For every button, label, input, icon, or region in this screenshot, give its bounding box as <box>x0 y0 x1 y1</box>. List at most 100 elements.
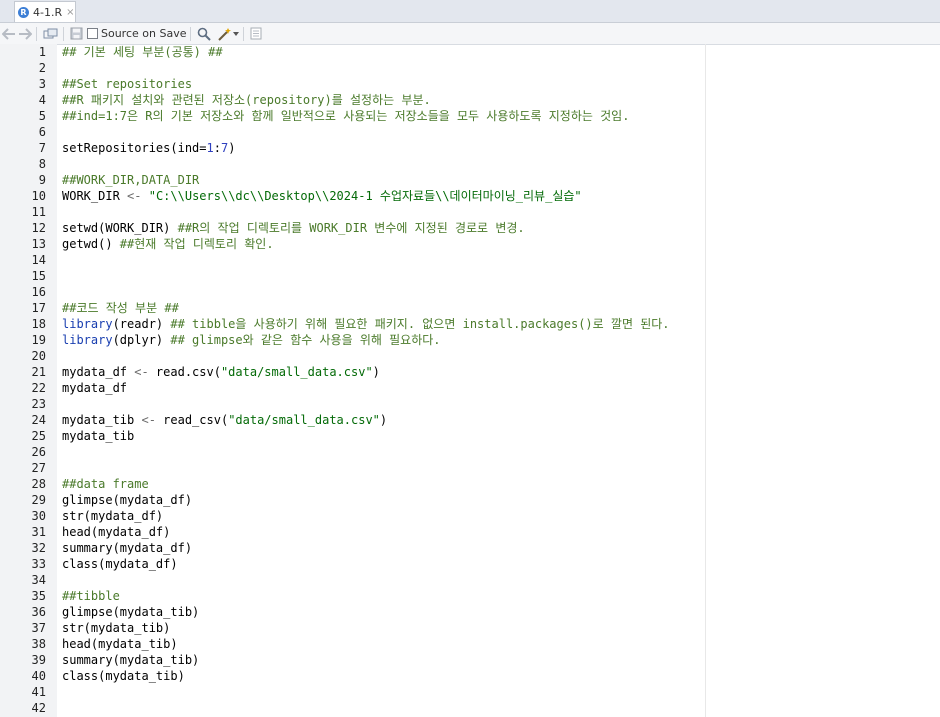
code-tools-wand-icon[interactable] <box>217 25 233 43</box>
code-line[interactable]: 4 ##R 패키지 설치와 관련된 저장소(repository)를 설정하는 부… <box>0 92 940 108</box>
line-number: 20 <box>31 349 46 363</box>
line-number: 5 <box>38 109 46 123</box>
forward-arrow-icon[interactable] <box>18 25 32 43</box>
code-line[interactable]: 17 ##코드 작성 부분 ## <box>0 300 940 316</box>
line-number: 16 <box>31 285 46 299</box>
toolbar-divider <box>190 26 192 41</box>
code-line[interactable]: 40 class(mydata_tib) <box>0 668 940 684</box>
editor-toolbar: Source on Save <box>0 23 940 45</box>
code-text: getwd() ##현재 작업 디렉토리 확인. <box>62 236 274 252</box>
line-number: 10 <box>31 189 46 203</box>
code-line[interactable]: 10 WORK_DIR <- "C:\\Users\\dc\\Desktop\\2… <box>0 188 940 204</box>
code-line[interactable]: 22 mydata_df <box>0 380 940 396</box>
code-editor[interactable]: 1 ## 기본 세팅 부분(공통) ## 2 3 ##Set repositories 4… <box>0 44 940 717</box>
code-token: <- <box>134 365 149 379</box>
code-line[interactable]: 34 <box>0 572 940 588</box>
code-line[interactable]: 6 <box>0 124 940 140</box>
code-line[interactable]: 28 ##data frame <box>0 476 940 492</box>
code-line[interactable]: 19 library(dplyr) ## glimpse와 같은 함수 사용을 위… <box>0 332 940 348</box>
code-text: str(mydata_tib) <box>62 620 170 636</box>
code-token: mydata_tib <box>62 413 142 427</box>
code-token: ##tibble <box>62 589 120 603</box>
code-line[interactable]: 13 getwd() ##현재 작업 디렉토리 확인. <box>0 236 940 252</box>
line-number: 37 <box>31 621 46 635</box>
code-line[interactable]: 12 setwd(WORK_DIR) ##R의 작업 디렉토리를 WORK_DIR… <box>0 220 940 236</box>
code-line[interactable]: 5 ##ind=1:7은 R의 기본 저장소와 함께 일반적으로 사용되는 저장소… <box>0 108 940 124</box>
line-number: 18 <box>31 317 46 331</box>
line-number: 38 <box>31 637 46 651</box>
line-number: 25 <box>31 429 46 443</box>
code-line[interactable]: 14 <box>0 252 940 268</box>
code-text: class(mydata_tib) <box>62 668 185 684</box>
code-line[interactable]: 21 mydata_df <- read.csv("data/small_data… <box>0 364 940 380</box>
toolbar-divider <box>63 26 64 41</box>
code-line[interactable]: 36 glimpse(mydata_tib) <box>0 604 940 620</box>
code-line[interactable]: 23 <box>0 396 940 412</box>
tab-bar: R 4-1.R × <box>0 0 940 23</box>
tab-4-1-r[interactable]: R 4-1.R × <box>14 1 76 22</box>
code-token: summary(mydata_df) <box>62 541 193 555</box>
code-line[interactable]: 29 glimpse(mydata_df) <box>0 492 940 508</box>
code-line[interactable]: 42 <box>0 700 940 716</box>
code-line[interactable]: 39 summary(mydata_tib) <box>0 652 940 668</box>
code-line[interactable]: 33 class(mydata_df) <box>0 556 940 572</box>
code-line[interactable]: 35 ##tibble <box>0 588 940 604</box>
code-line[interactable]: 18 library(readr) ## tibble을 사용하기 위해 필요한 … <box>0 316 940 332</box>
code-token: mydata_df <box>62 365 135 379</box>
line-number: 7 <box>38 141 46 155</box>
search-icon[interactable] <box>197 25 212 43</box>
code-token: 1 <box>206 141 214 155</box>
code-line[interactable]: 32 summary(mydata_df) <box>0 540 940 556</box>
code-token: "data/small_data.csv" <box>220 365 373 379</box>
code-token: "data/small_data.csv" <box>228 413 380 427</box>
code-line[interactable]: 27 <box>0 460 940 476</box>
code-line[interactable]: 20 <box>0 348 940 364</box>
line-number: 34 <box>31 573 46 587</box>
code-text: setwd(WORK_DIR) ##R의 작업 디렉토리를 WORK_DIR 변… <box>62 220 525 236</box>
back-arrow-icon[interactable] <box>2 25 16 43</box>
code-line[interactable]: 31 head(mydata_df) <box>0 524 940 540</box>
code-line[interactable]: 30 str(mydata_df) <box>0 508 940 524</box>
code-line[interactable]: 8 <box>0 156 940 172</box>
code-text: head(mydata_tib) <box>62 636 178 652</box>
tab-label: 4-1.R <box>33 5 63 19</box>
code-token: library <box>62 317 113 331</box>
code-line[interactable]: 16 <box>0 284 940 300</box>
code-line[interactable]: 3 ##Set repositories <box>0 76 940 92</box>
code-token: class(mydata_tib) <box>62 669 185 683</box>
compile-report-icon[interactable] <box>250 25 262 43</box>
code-line[interactable]: 15 <box>0 268 940 284</box>
code-line[interactable]: 26 <box>0 444 940 460</box>
line-number: 4 <box>38 93 46 107</box>
line-number: 2 <box>38 61 46 75</box>
code-line[interactable]: 37 str(mydata_tib) <box>0 620 940 636</box>
code-token: ##R의 작업 디렉토리를 WORK_DIR 변수에 지정된 경로로 변경. <box>177 221 525 235</box>
code-line[interactable]: 1 ## 기본 세팅 부분(공통) ## <box>0 44 940 60</box>
line-number: 3 <box>38 77 46 91</box>
chevron-down-icon[interactable] <box>233 25 240 43</box>
code-token: getwd() <box>62 237 120 251</box>
code-text: ##코드 작성 부분 ## <box>62 300 179 316</box>
code-line[interactable]: 7 setRepositories(ind=1:7) <box>0 140 940 156</box>
code-token: mydata_tib <box>62 429 135 443</box>
save-icon[interactable] <box>70 25 83 43</box>
source-on-save-checkbox[interactable]: Source on Save <box>87 25 186 43</box>
code-line[interactable]: 38 head(mydata_tib) <box>0 636 940 652</box>
code-line[interactable]: 25 mydata_tib <box>0 428 940 444</box>
code-line[interactable]: 9 ##WORK_DIR,DATA_DIR <box>0 172 940 188</box>
code-token: : <box>213 141 221 155</box>
code-text: ##tibble <box>62 588 120 604</box>
show-in-new-window-icon[interactable] <box>43 25 59 43</box>
line-number: 21 <box>31 365 46 379</box>
code-line[interactable]: 11 <box>0 204 940 220</box>
code-line[interactable]: 2 <box>0 60 940 76</box>
line-number: 28 <box>31 477 46 491</box>
code-token: head(mydata_tib) <box>62 637 178 651</box>
code-line[interactable]: 24 mydata_tib <- read_csv("data/small_dat… <box>0 412 940 428</box>
toolbar-divider <box>36 26 37 41</box>
code-token: ) <box>379 413 388 427</box>
code-token: ##Set repositories <box>62 77 193 91</box>
code-line[interactable]: 41 <box>0 684 940 700</box>
close-icon[interactable]: × <box>66 7 74 18</box>
